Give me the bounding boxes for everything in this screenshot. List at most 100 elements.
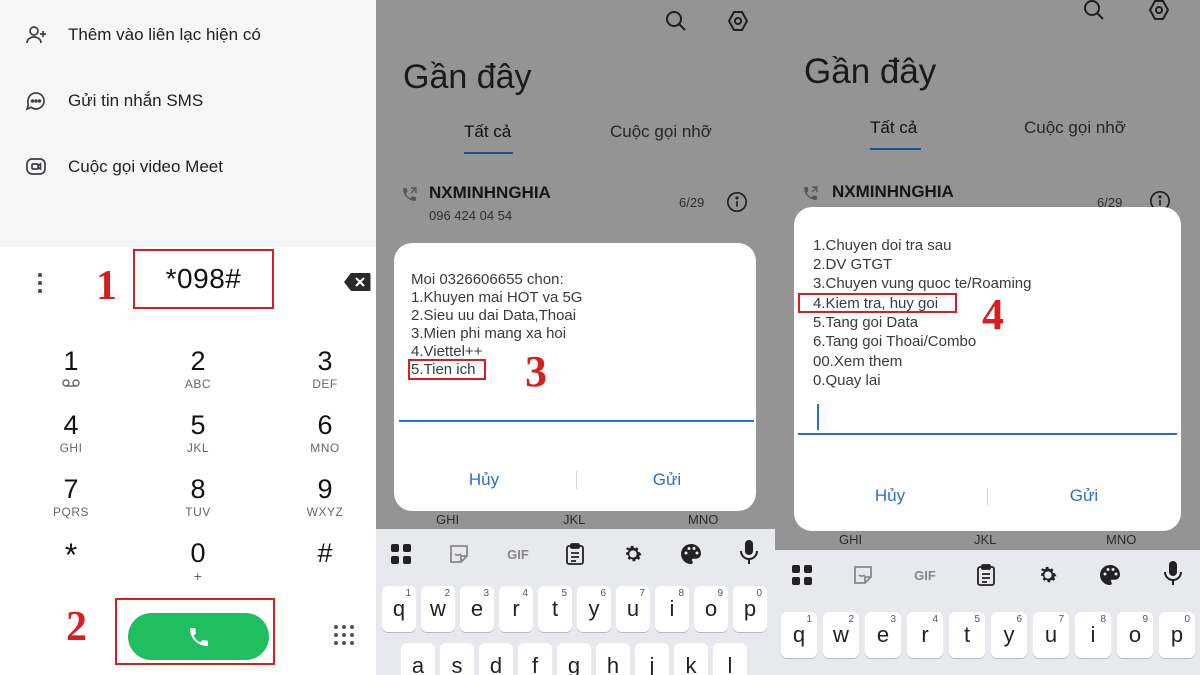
keypad-key-hash[interactable]: # xyxy=(280,538,370,568)
keypad-key-0[interactable]: 0 + xyxy=(153,538,243,584)
settings-gear-icon[interactable] xyxy=(620,541,646,567)
gif-icon[interactable]: GIF xyxy=(503,541,533,567)
key-y[interactable]: y6 xyxy=(577,586,611,632)
keypad-key-4[interactable]: 4 GHI xyxy=(26,410,116,456)
key-i[interactable]: i8 xyxy=(1075,612,1111,658)
backspace-icon[interactable] xyxy=(343,272,371,292)
ussd-submenu-panel: Gần đây Tất cả Cuộc gọi nhỡ NXMINHNGHIA … xyxy=(775,0,1200,675)
call-button[interactable] xyxy=(128,613,269,660)
key-e[interactable]: e3 xyxy=(460,586,494,632)
tab-missed-calls[interactable]: Cuộc gọi nhỡ xyxy=(610,122,712,142)
search-icon[interactable] xyxy=(1082,0,1106,22)
settings-gear-icon[interactable] xyxy=(1035,562,1061,588)
contact-name[interactable]: NXMINHNGHIA xyxy=(832,182,954,202)
key-u[interactable]: u7 xyxy=(1033,612,1069,658)
key-o[interactable]: o9 xyxy=(694,586,728,632)
keypad-key-5[interactable]: 5 JKL xyxy=(153,410,243,456)
microphone-icon[interactable] xyxy=(736,539,762,565)
key-hint: 9 xyxy=(1142,614,1148,625)
tab-all[interactable]: Tất cả xyxy=(870,118,917,138)
key-y[interactable]: y6 xyxy=(991,612,1027,658)
ussd-reply-input[interactable] xyxy=(399,420,754,422)
key-r[interactable]: r4 xyxy=(499,586,533,632)
key-w[interactable]: w2 xyxy=(823,612,859,658)
key-i[interactable]: i8 xyxy=(655,586,689,632)
key-l[interactable]: l xyxy=(713,643,747,675)
settings-icon[interactable] xyxy=(1147,0,1171,22)
key-char: e xyxy=(876,622,890,647)
info-icon[interactable] xyxy=(726,191,748,213)
key-t[interactable]: t5 xyxy=(949,612,985,658)
key-j[interactable]: j xyxy=(635,643,669,675)
key-u[interactable]: u7 xyxy=(616,586,650,632)
settings-icon[interactable] xyxy=(726,9,750,33)
microphone-icon[interactable] xyxy=(1160,560,1186,586)
cancel-button[interactable]: Hủy xyxy=(424,470,544,490)
on-screen-keyboard: GIF q1 w2 e3 r4 t5 y6 u7 i8 o9 p0 a s d … xyxy=(376,529,775,675)
add-person-icon xyxy=(26,26,46,44)
ussd-dialog: 1.Chuyen doi tra sau 2.DV GTGT 3.Chuyen … xyxy=(794,207,1181,531)
palette-icon[interactable] xyxy=(678,541,704,567)
tab-all[interactable]: Tất cả xyxy=(464,122,511,142)
send-sms-item[interactable]: Gửi tin nhắn SMS xyxy=(24,86,203,116)
meet-video-call-item[interactable]: Cuộc gọi video Meet xyxy=(24,152,223,182)
key-p[interactable]: p0 xyxy=(733,586,767,632)
key-q[interactable]: q1 xyxy=(781,612,817,658)
contact-options-menu: Thêm vào liên lạc hiện có Gửi tin nhắn S… xyxy=(0,0,376,247)
keypad-key-7[interactable]: 7 PQRS xyxy=(26,474,116,520)
send-button[interactable]: Gửi xyxy=(1024,486,1144,506)
key-e[interactable]: e3 xyxy=(865,612,901,658)
keypad-key-3[interactable]: 3 DEF xyxy=(280,346,370,392)
dialed-number-field[interactable]: *098# xyxy=(133,249,274,309)
sticker-icon[interactable] xyxy=(850,562,876,588)
dialpad-toggle-icon[interactable] xyxy=(333,624,355,646)
key-char: u xyxy=(626,596,640,621)
key-hint: 5 xyxy=(974,614,980,625)
clipboard-icon[interactable] xyxy=(562,541,588,567)
key-s[interactable]: s xyxy=(440,643,474,675)
key-hint: 9 xyxy=(717,588,723,599)
key-k[interactable]: k xyxy=(674,643,708,675)
apps-grid-icon[interactable] xyxy=(789,562,815,588)
key-char: t xyxy=(551,596,559,621)
keypad-key-8[interactable]: 8 TUV xyxy=(153,474,243,520)
key-q[interactable]: q1 xyxy=(382,586,416,632)
key-hint: 3 xyxy=(483,588,489,599)
ussd-line: 00.Xem them xyxy=(813,353,903,370)
key-g[interactable]: g xyxy=(557,643,591,675)
key-p[interactable]: p0 xyxy=(1159,612,1195,658)
cancel-button[interactable]: Hủy xyxy=(830,486,950,506)
key-a[interactable]: a xyxy=(401,643,435,675)
key-t[interactable]: t5 xyxy=(538,586,572,632)
palette-icon[interactable] xyxy=(1097,562,1123,588)
contact-name[interactable]: NXMINHNGHIA xyxy=(429,183,551,203)
keypad-key-star[interactable]: * xyxy=(26,539,116,571)
ussd-reply-input[interactable] xyxy=(798,433,1177,435)
sticker-icon[interactable] xyxy=(446,541,472,567)
voicemail-icon xyxy=(26,376,116,392)
keypad-key-9[interactable]: 9 WXYZ xyxy=(280,474,370,520)
key-f[interactable]: f xyxy=(518,643,552,675)
tab-missed-calls[interactable]: Cuộc gọi nhỡ xyxy=(1024,118,1126,138)
apps-grid-icon[interactable] xyxy=(388,541,414,567)
keypad-key-1[interactable]: 1 xyxy=(26,346,116,392)
dialpad-peek: GHI JKL MNO xyxy=(775,532,1200,550)
gif-icon[interactable]: GIF xyxy=(910,562,940,588)
send-button[interactable]: Gửi xyxy=(607,470,727,490)
key-r[interactable]: r4 xyxy=(907,612,943,658)
search-icon[interactable] xyxy=(664,9,688,33)
clipboard-icon[interactable] xyxy=(973,562,999,588)
key-letters: JKL xyxy=(186,441,210,455)
more-options-icon[interactable] xyxy=(36,271,44,295)
key-h[interactable]: h xyxy=(596,643,630,675)
key-w[interactable]: w2 xyxy=(421,586,455,632)
video-call-icon xyxy=(26,158,46,175)
key-char: q xyxy=(392,596,406,621)
ussd-line: 1.Khuyen mai HOT va 5G xyxy=(411,289,583,306)
key-d[interactable]: d xyxy=(479,643,513,675)
keypad-key-6[interactable]: 6 MNO xyxy=(280,410,370,456)
keypad-key-2[interactable]: 2 ABC xyxy=(153,346,243,392)
key-hint: 4 xyxy=(932,614,938,625)
key-o[interactable]: o9 xyxy=(1117,612,1153,658)
add-to-existing-contact-item[interactable]: Thêm vào liên lạc hiện có xyxy=(24,20,261,50)
